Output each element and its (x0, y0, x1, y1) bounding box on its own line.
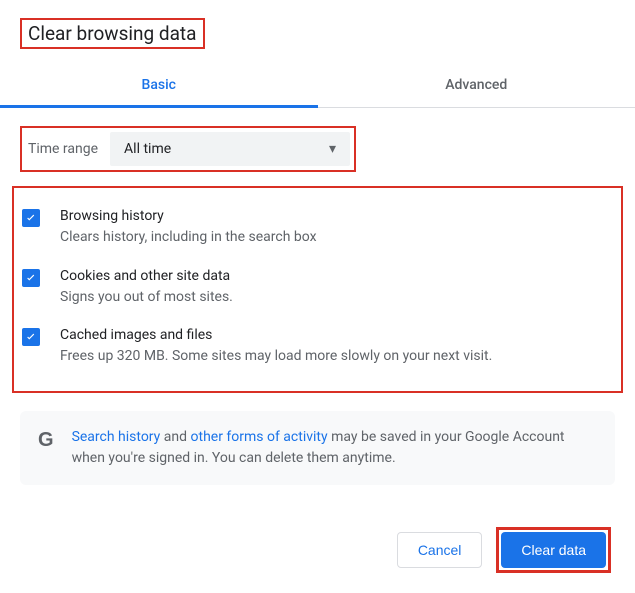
time-range-value: All time (124, 141, 171, 157)
check-icon (24, 330, 38, 344)
clear-data-button[interactable]: Clear data (501, 532, 606, 568)
tab-advanced-label: Advanced (445, 77, 507, 93)
title-highlight: Clear browsing data (20, 18, 205, 49)
time-range-select[interactable]: All time ▾ (110, 132, 350, 166)
option-desc: Frees up 320 MB. Some sites may load mor… (60, 347, 492, 367)
link-other-activity[interactable]: other forms of activity (191, 429, 328, 445)
option-title: Browsing history (60, 208, 317, 224)
time-range-label: Time range (28, 141, 98, 157)
option-browsing-history: Browsing history Clears history, includi… (22, 198, 611, 258)
checkbox-cookies[interactable] (22, 269, 40, 287)
chevron-down-icon: ▾ (329, 141, 336, 157)
option-desc: Clears history, including in the search … (60, 228, 317, 248)
cancel-button[interactable]: Cancel (397, 532, 483, 568)
cancel-button-label: Cancel (418, 542, 462, 558)
tab-basic[interactable]: Basic (0, 65, 318, 107)
tabs: Basic Advanced (0, 65, 635, 108)
option-cookies: Cookies and other site data Signs you ou… (22, 258, 611, 318)
check-icon (24, 271, 38, 285)
time-range-highlight: Time range All time ▾ (20, 126, 356, 172)
info-mid: and (160, 429, 190, 445)
option-cache: Cached images and files Frees up 320 MB.… (22, 317, 611, 377)
check-icon (24, 211, 38, 225)
tab-basic-label: Basic (142, 77, 176, 93)
info-box: G Search history and other forms of acti… (20, 411, 615, 485)
option-title: Cookies and other site data (60, 268, 233, 284)
link-search-history[interactable]: Search history (72, 429, 161, 445)
clear-button-highlight: Clear data (496, 527, 611, 573)
checkbox-browsing-history[interactable] (22, 209, 40, 227)
dialog-title: Clear browsing data (28, 22, 197, 45)
checkbox-cache[interactable] (22, 328, 40, 346)
options-highlight: Browsing history Clears history, includi… (12, 186, 623, 393)
tab-advanced[interactable]: Advanced (318, 65, 635, 107)
option-title: Cached images and files (60, 327, 492, 343)
option-desc: Signs you out of most sites. (60, 288, 233, 308)
clear-browsing-data-dialog: Clear browsing data Basic Advanced Time … (0, 0, 635, 593)
info-text: Search history and other forms of activi… (72, 427, 597, 469)
clear-button-label: Clear data (521, 542, 586, 558)
google-icon: G (38, 429, 54, 452)
dialog-buttons: Cancel Clear data (397, 527, 611, 573)
